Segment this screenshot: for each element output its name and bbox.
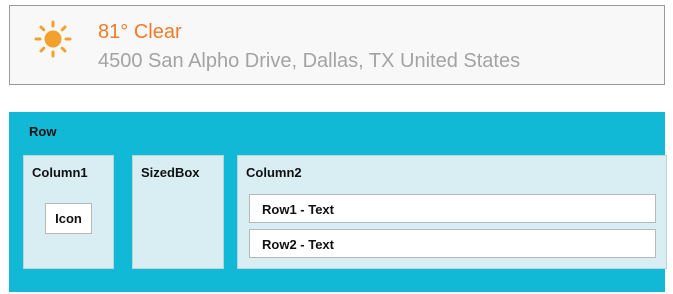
- weather-card: 81° Clear 4500 San Alpho Drive, Dallas, …: [9, 5, 665, 85]
- condition: Clear: [133, 21, 182, 43]
- sun-icon: [34, 20, 72, 58]
- column2-box: Column2 Row1 - Text Row2 - Text: [237, 155, 667, 269]
- row-container: Row Column1 Icon SizedBox Column2 Row1 -…: [9, 112, 667, 292]
- weather-summary: 81° Clear: [98, 21, 182, 44]
- row1-text-box: Row1 - Text: [249, 194, 656, 223]
- column1-label: Column1: [32, 165, 88, 180]
- address: 4500 San Alpho Drive, Dallas, TX United …: [98, 50, 521, 72]
- temperature: 81°: [98, 21, 129, 43]
- column2-label: Column2: [246, 165, 302, 180]
- row2-text-label: Row2 - Text: [262, 237, 334, 252]
- column1-box: Column1 Icon: [23, 155, 114, 269]
- icon-label: Icon: [55, 211, 82, 226]
- row2-text-box: Row2 - Text: [249, 229, 656, 258]
- icon-box: Icon: [45, 203, 92, 234]
- row1-text-label: Row1 - Text: [262, 202, 334, 217]
- sizedbox-box: SizedBox: [132, 155, 224, 269]
- row-label: Row: [29, 124, 57, 139]
- sizedbox-label: SizedBox: [141, 165, 200, 180]
